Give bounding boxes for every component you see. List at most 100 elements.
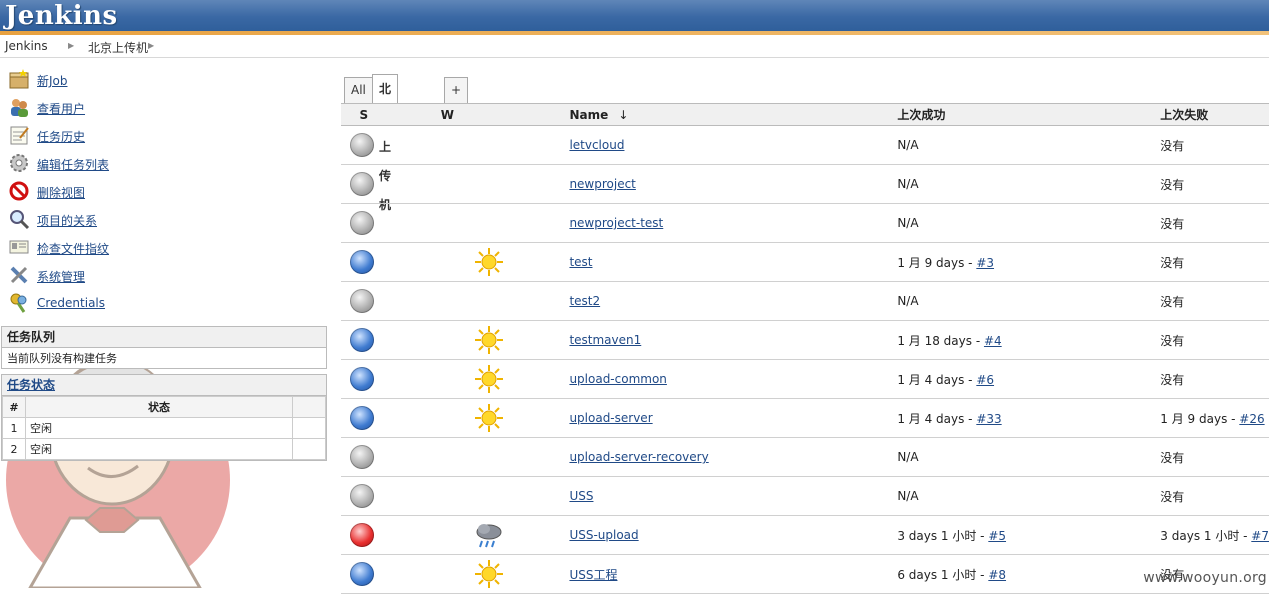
tab-add-view[interactable]: + xyxy=(444,77,469,103)
build-status-ball-icon[interactable] xyxy=(350,523,374,547)
project-row: testmaven1 1 月 18 days - #4 没有 xyxy=(341,320,1269,360)
build-number-link[interactable]: #26 xyxy=(1239,412,1264,426)
weather-cell xyxy=(386,398,570,438)
weather-cell xyxy=(386,359,570,399)
task-people[interactable]: 查看用户 xyxy=(6,96,206,120)
build-number-link[interactable]: #33 xyxy=(976,412,1001,426)
build-status-ball-icon[interactable] xyxy=(350,328,374,352)
task-label[interactable]: 检查文件指纹 xyxy=(37,240,109,257)
job-name-cell: newproject-test xyxy=(569,203,898,243)
task-label[interactable]: 项目的关系 xyxy=(37,212,97,229)
executor-row: 1 空闲 xyxy=(2,417,326,439)
build-number-link[interactable]: #7 xyxy=(1251,529,1269,543)
job-link[interactable]: USS-upload xyxy=(569,528,638,542)
task-label[interactable]: 新Job xyxy=(37,72,68,89)
build-status-ball-icon[interactable] xyxy=(350,445,374,469)
status-cell xyxy=(341,320,387,360)
task-label[interactable]: 任务历史 xyxy=(37,128,85,145)
job-link[interactable]: newproject-test xyxy=(569,216,663,230)
task-project-relationship[interactable]: 项目的关系 xyxy=(6,208,206,232)
task-delete-view[interactable]: 删除视图 xyxy=(6,180,206,204)
build-status-ball-icon[interactable] xyxy=(350,367,374,391)
build-number-link[interactable]: #6 xyxy=(976,373,994,387)
build-number-link[interactable]: #5 xyxy=(988,529,1006,543)
job-link[interactable]: USS工程 xyxy=(569,568,617,582)
build-status-ball-icon[interactable] xyxy=(350,562,374,586)
header-name[interactable]: Name ↓ xyxy=(569,103,898,126)
job-link[interactable]: upload-common xyxy=(569,372,666,386)
task-label[interactable]: Credentials xyxy=(37,296,105,310)
job-link[interactable]: test2 xyxy=(569,294,600,308)
last-success-cell-text: 1 月 4 days - xyxy=(897,411,977,426)
last-success-cell-text: N/A xyxy=(897,450,919,464)
job-link[interactable]: USS xyxy=(569,489,593,503)
header-status[interactable]: S xyxy=(341,103,387,126)
build-status-ball-icon[interactable] xyxy=(350,250,374,274)
last-success-cell: 3 days 1 小时 - #5 xyxy=(897,515,1161,555)
executor-status-title[interactable]: 任务状态 xyxy=(2,375,326,396)
build-number-link[interactable]: #3 xyxy=(976,256,994,270)
project-row: upload-common 1 月 4 days - #6 没有 xyxy=(341,359,1269,399)
executor-status: 空闲 xyxy=(25,438,293,460)
task-new-job[interactable]: 新Job xyxy=(6,68,206,92)
sunny-weather-icon xyxy=(474,404,503,432)
task-manage-jenkins[interactable]: 系统管理 xyxy=(6,264,206,288)
job-name-cell: newproject xyxy=(569,164,898,204)
job-link[interactable]: upload-server xyxy=(569,411,652,425)
header-weather[interactable]: W xyxy=(386,103,570,126)
build-status-ball-icon[interactable] xyxy=(350,133,374,157)
jenkins-logo[interactable]: Jenkins xyxy=(5,1,118,31)
build-status-ball-icon[interactable] xyxy=(350,484,374,508)
project-row: upload-server-recovery N/A 没有 xyxy=(341,437,1269,477)
job-name-cell: upload-server-recovery xyxy=(569,437,898,477)
last-failure-cell-text: 没有 xyxy=(1160,333,1185,348)
project-row: test2 N/A 没有 xyxy=(341,281,1269,321)
project-row: USS-upload 3 days 1 小时 - #5 3 days 1 小时 - … xyxy=(341,515,1269,555)
job-link[interactable]: letvcloud xyxy=(569,138,624,152)
task-credentials[interactable]: Credentials xyxy=(6,292,206,316)
status-cell xyxy=(341,164,387,204)
job-link[interactable]: newproject xyxy=(569,177,635,191)
job-link[interactable]: test xyxy=(569,255,592,269)
task-check-fingerprint[interactable]: 检查文件指纹 xyxy=(6,236,206,260)
header-name-label[interactable]: Name xyxy=(569,108,608,122)
project-row: letvcloud N/A 没有 xyxy=(341,125,1269,165)
executor-status: 空闲 xyxy=(25,417,293,439)
task-edit-view[interactable]: 编辑任务列表 xyxy=(6,152,206,176)
task-build-history[interactable]: 任务历史 xyxy=(6,124,206,148)
job-name-cell: letvcloud xyxy=(569,125,898,165)
header-last-failure[interactable]: 上次失败 xyxy=(1160,103,1269,126)
build-status-ball-icon[interactable] xyxy=(350,172,374,196)
last-success-cell: N/A xyxy=(897,125,1161,165)
task-label[interactable]: 删除视图 xyxy=(37,184,85,201)
task-label[interactable]: 查看用户 xyxy=(37,100,85,117)
last-success-cell-text: 1 月 18 days - xyxy=(897,333,984,348)
tab-current-view[interactable]: 北京上传机 xyxy=(372,74,399,212)
build-number-link[interactable]: #4 xyxy=(984,334,1002,348)
build-status-ball-icon[interactable] xyxy=(350,289,374,313)
breadcrumb-jenkins[interactable]: Jenkins xyxy=(5,39,48,53)
last-failure-cell-text: 1 月 9 days - xyxy=(1160,411,1240,426)
executor-table: # 状态 1 空闲 2 空闲 xyxy=(2,396,326,460)
task-label[interactable]: 编辑任务列表 xyxy=(37,156,109,173)
project-row: newproject-test N/A 没有 xyxy=(341,203,1269,243)
job-name-cell: USS-upload xyxy=(569,515,898,555)
executor-row: 2 空闲 xyxy=(2,438,326,460)
tab-all[interactable]: All xyxy=(344,77,373,103)
build-status-ball-icon[interactable] xyxy=(350,406,374,430)
job-link[interactable]: testmaven1 xyxy=(569,333,641,347)
job-link[interactable]: upload-server-recovery xyxy=(569,450,708,464)
project-row: newproject N/A 没有 xyxy=(341,164,1269,204)
build-status-ball-icon[interactable] xyxy=(350,211,374,235)
status-cell xyxy=(341,437,387,477)
weather-cell xyxy=(386,515,570,555)
breadcrumb-view[interactable]: 北京上传机 xyxy=(88,39,148,56)
weather-cell xyxy=(386,242,570,282)
executor-status-pane: 任务状态 # 状态 1 空闲 2 空闲 xyxy=(1,374,327,461)
last-failure-cell-text: 没有 xyxy=(1160,489,1185,504)
build-number-link[interactable]: #8 xyxy=(988,568,1006,582)
delete-icon xyxy=(9,181,29,201)
header-last-success[interactable]: 上次成功 xyxy=(897,103,1161,126)
executor-num: 1 xyxy=(2,417,26,439)
task-label[interactable]: 系统管理 xyxy=(37,268,85,285)
